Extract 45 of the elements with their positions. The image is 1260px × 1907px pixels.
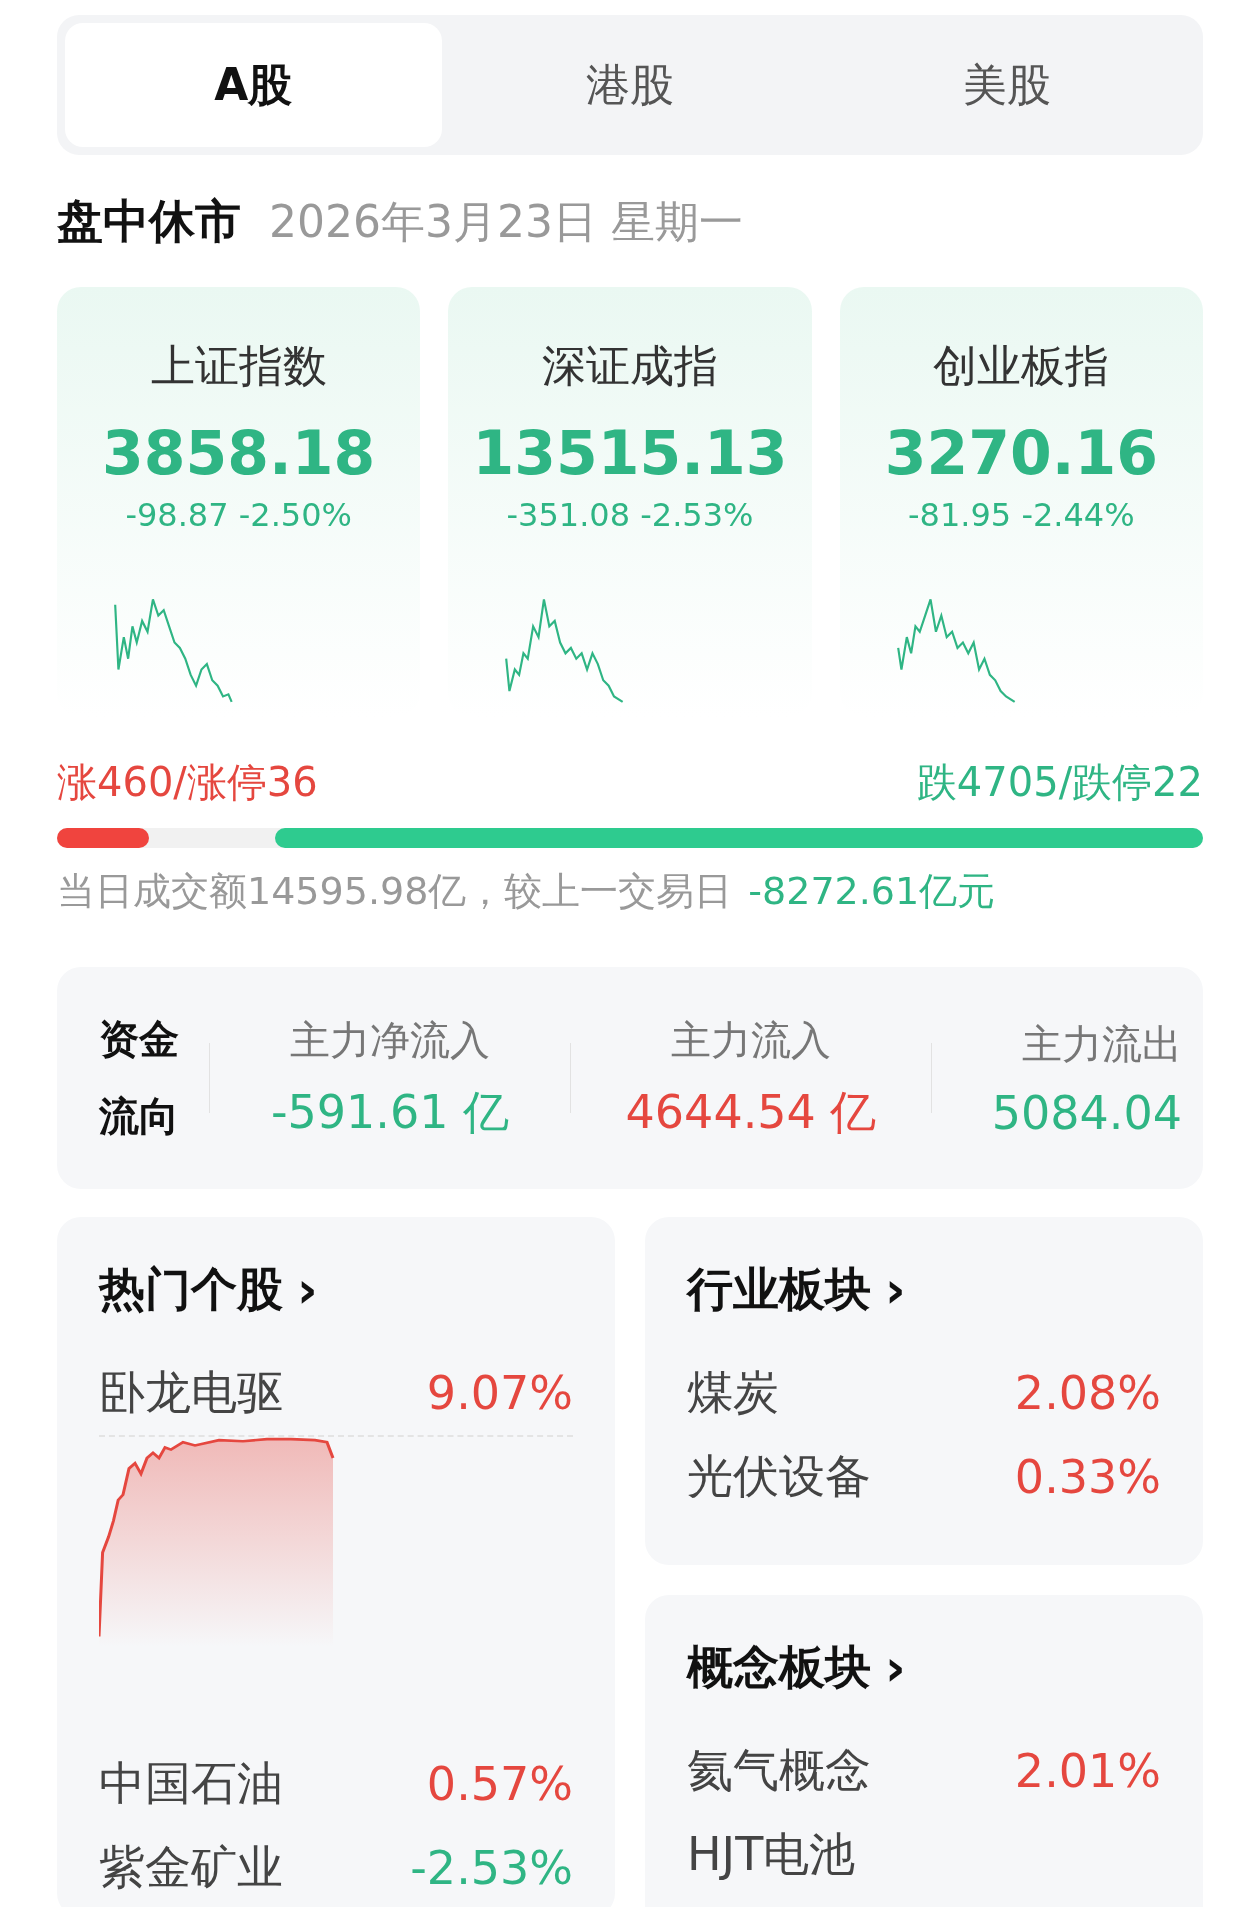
flow-label: 主力净流入	[290, 1015, 490, 1065]
stock-name[interactable]: 卧龙电驱	[99, 1362, 283, 1424]
section-title[interactable]: 概念板块	[687, 1637, 871, 1699]
index-value: 3270.16	[884, 418, 1158, 488]
index-change: -98.87 -2.50%	[125, 496, 352, 534]
market-tab[interactable]: 美股	[818, 23, 1195, 147]
market-tab[interactable]: A股	[65, 23, 442, 147]
flow-value: 4644.54 亿	[625, 1083, 877, 1141]
index-change: -81.95 -2.44%	[908, 496, 1135, 534]
chevron-icon[interactable]: ›	[885, 1261, 906, 1319]
fund-flow-title: 资金	[99, 1015, 180, 1064]
stock-change: 0.57%	[426, 1757, 573, 1811]
index-value: 13515.13	[472, 418, 788, 488]
sector-name[interactable]: 光伏设备	[687, 1446, 871, 1508]
fund-flow-title: 流向	[99, 1092, 180, 1141]
date-text: 2026年3月23日 星期一	[269, 195, 743, 249]
stock-name[interactable]: 紫金矿业	[99, 1837, 283, 1899]
index-name: 深证成指	[542, 339, 718, 393]
flow-label: 主力流出	[1022, 1019, 1182, 1069]
stock-change: -2.53%	[410, 1841, 573, 1895]
index-name: 创业板指	[933, 339, 1110, 393]
flow-label: 主力流入	[671, 1015, 831, 1065]
sector-name[interactable]: 煤炭	[687, 1362, 779, 1424]
stock-change: 9.07%	[426, 1366, 573, 1420]
stock-name[interactable]: 中国石油	[99, 1753, 283, 1815]
decliners-count: 跌4705/跌停22	[916, 758, 1203, 807]
sector-change: 0.33%	[1014, 1450, 1161, 1504]
chevron-icon[interactable]: ›	[297, 1261, 318, 1319]
advancers-count: 涨460/涨停36	[57, 758, 318, 807]
turnover-delta: -8272.61亿元	[748, 868, 996, 915]
market-status: 盘中休市	[57, 193, 241, 250]
turnover-text: 当日成交额14595.98亿，较上一交易日	[57, 868, 733, 915]
sector-change: 2.01%	[1014, 1744, 1161, 1798]
sector-change: 2.08%	[1014, 1366, 1161, 1420]
sector-name[interactable]: 氦气概念	[687, 1740, 871, 1802]
chevron-icon[interactable]: ›	[885, 1639, 906, 1697]
index-change: -351.08 -2.53%	[506, 496, 754, 534]
index-name: 上证指数	[150, 339, 327, 393]
market-tab[interactable]: 港股	[441, 23, 819, 147]
flow-value: 5084.04	[991, 1085, 1182, 1140]
section-title[interactable]: 热门个股	[99, 1259, 283, 1321]
index-value: 3858.18	[102, 418, 376, 488]
flow-value: -591.61 亿	[270, 1083, 510, 1141]
sector-name[interactable]: HJT电池	[687, 1824, 856, 1886]
section-title[interactable]: 行业板块	[687, 1259, 871, 1321]
